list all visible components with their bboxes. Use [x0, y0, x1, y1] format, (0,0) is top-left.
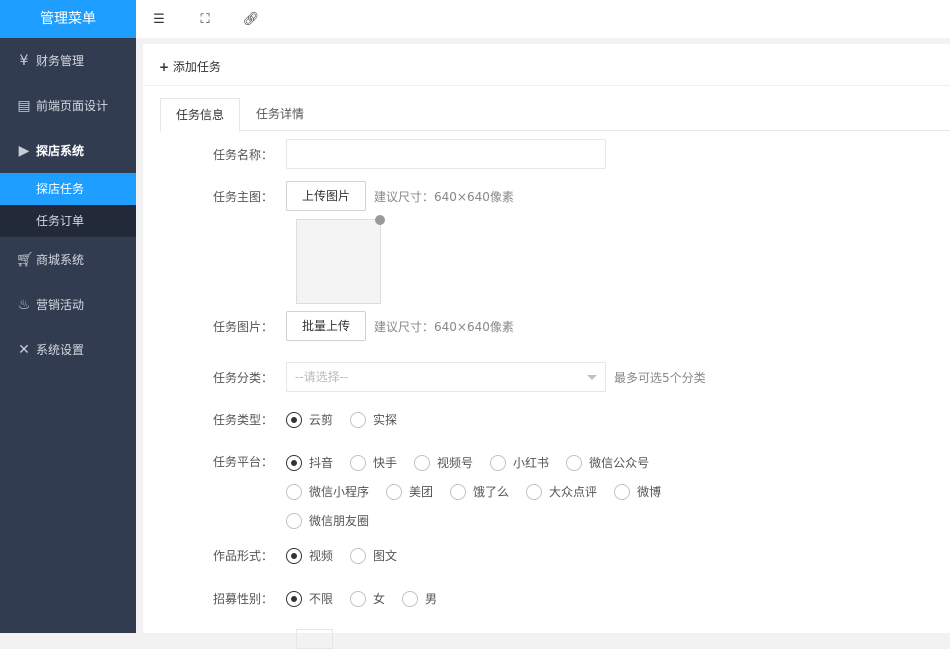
menu-label: 财务管理	[36, 54, 85, 68]
upload-image-button[interactable]: 上传图片	[286, 181, 367, 211]
yen-icon: ¥	[19, 52, 29, 69]
platform-radios: 抖音 快手 视频号 小红书 微信公众号 微信小程序 美团 饿了么 大众点评 微博…	[286, 454, 706, 529]
submenu-explore-task[interactable]: 探店任务	[0, 173, 136, 205]
layout-icon: ▤	[17, 97, 31, 114]
radio-form-video[interactable]: 视频	[286, 547, 333, 564]
plus-icon: +	[159, 60, 170, 74]
size-tip: 建议尺寸：640×640像素	[374, 189, 514, 204]
radio-platform[interactable]: 大众点评	[526, 483, 597, 500]
radio-platform[interactable]: 快手	[350, 454, 397, 471]
label-platform: 任务平台：	[212, 455, 273, 469]
radio-platform[interactable]: 美团	[386, 483, 433, 500]
radio-platform[interactable]: 微信小程序	[286, 483, 369, 500]
menu-label: 营销活动	[36, 298, 85, 312]
menu-settings[interactable]: ✕ 系统设置	[0, 327, 136, 372]
task-name-input[interactable]	[286, 139, 606, 169]
card-header: + 添加任务	[143, 44, 950, 86]
category-tip: 最多可选5个分类	[614, 370, 706, 385]
menu-frontend[interactable]: ▤ 前端页面设计	[0, 83, 136, 128]
menu-explore[interactable]: ▶ 探店系统	[0, 128, 136, 173]
menu-label: 探店系统	[36, 144, 85, 158]
menu-label: 商城系统	[36, 253, 85, 267]
radio-gender-any[interactable]: 不限	[286, 590, 333, 607]
menu-collapse-icon[interactable]: ☰	[136, 12, 182, 27]
menu-marketing[interactable]: ♨ 营销活动	[0, 282, 136, 327]
radio-platform[interactable]: 微信朋友圈	[286, 512, 369, 529]
size-tip: 建议尺寸：640×640像素	[374, 319, 514, 334]
label-category: 任务分类：	[212, 370, 273, 385]
radio-platform[interactable]: 饿了么	[450, 483, 509, 500]
tab-task-info[interactable]: 任务信息	[160, 98, 241, 132]
next-field-input[interactable]	[296, 629, 333, 649]
label-type: 任务类型：	[212, 413, 273, 427]
menu-label: 前端页面设计	[36, 99, 109, 113]
cart-icon: 🛒︎	[16, 251, 34, 268]
topbar: ☰ ⛶ 🔗︎	[136, 0, 950, 38]
fullscreen-icon[interactable]: ⛶	[182, 12, 228, 27]
radio-platform[interactable]: 微信公众号	[566, 454, 649, 471]
link-icon[interactable]: 🔗︎	[228, 12, 274, 27]
menu-label: 系统设置	[36, 343, 85, 357]
radio-type-visit[interactable]: 实探	[350, 411, 397, 428]
label-form: 作品形式：	[212, 549, 273, 563]
radio-gender-female[interactable]: 女	[350, 590, 385, 607]
sidebar: 管理菜单 ¥ 财务管理 ▤ 前端页面设计 ▶ 探店系统 探店任务 任务订单 🛒︎ 商城系…	[0, 0, 136, 633]
label-images: 任务图片：	[212, 319, 273, 334]
radio-platform[interactable]: 抖音	[286, 454, 333, 471]
radio-platform[interactable]: 视频号	[414, 454, 473, 471]
batch-upload-button[interactable]: 批量上传	[286, 311, 367, 341]
menu-finance[interactable]: ¥ 财务管理	[0, 38, 136, 83]
submenu: 探店任务 任务订单	[0, 173, 136, 237]
category-select[interactable]: --请选择--	[286, 362, 606, 392]
radio-platform[interactable]: 微博	[614, 483, 661, 500]
image-preview	[296, 215, 385, 304]
remove-image-icon[interactable]	[375, 215, 385, 225]
radio-form-image[interactable]: 图文	[350, 547, 397, 564]
video-icon: ▶	[18, 142, 30, 159]
fire-icon: ♨	[17, 296, 31, 313]
label-main-img: 任务主图：	[212, 189, 273, 204]
radio-type-cloud[interactable]: 云剪	[286, 411, 333, 428]
submenu-task-orders[interactable]: 任务订单	[0, 205, 136, 237]
content-card: + 添加任务 任务信息 任务详情 任务名称： 任务主图： 上传图片 建议尺寸：640…	[143, 44, 950, 649]
label-name: 任务名称：	[212, 147, 273, 162]
tab-task-detail[interactable]: 任务详情	[240, 98, 320, 130]
card-title: 添加任务	[172, 60, 221, 74]
tools-icon: ✕	[18, 341, 30, 358]
radio-gender-male[interactable]: 男	[402, 590, 437, 607]
label-gender: 招募性别：	[212, 592, 273, 606]
tabs: 任务信息 任务详情	[160, 98, 950, 132]
menu-mall[interactable]: 🛒︎ 商城系统	[0, 237, 136, 282]
sidebar-title: 管理菜单	[0, 0, 136, 38]
radio-platform[interactable]: 小红书	[490, 454, 549, 471]
